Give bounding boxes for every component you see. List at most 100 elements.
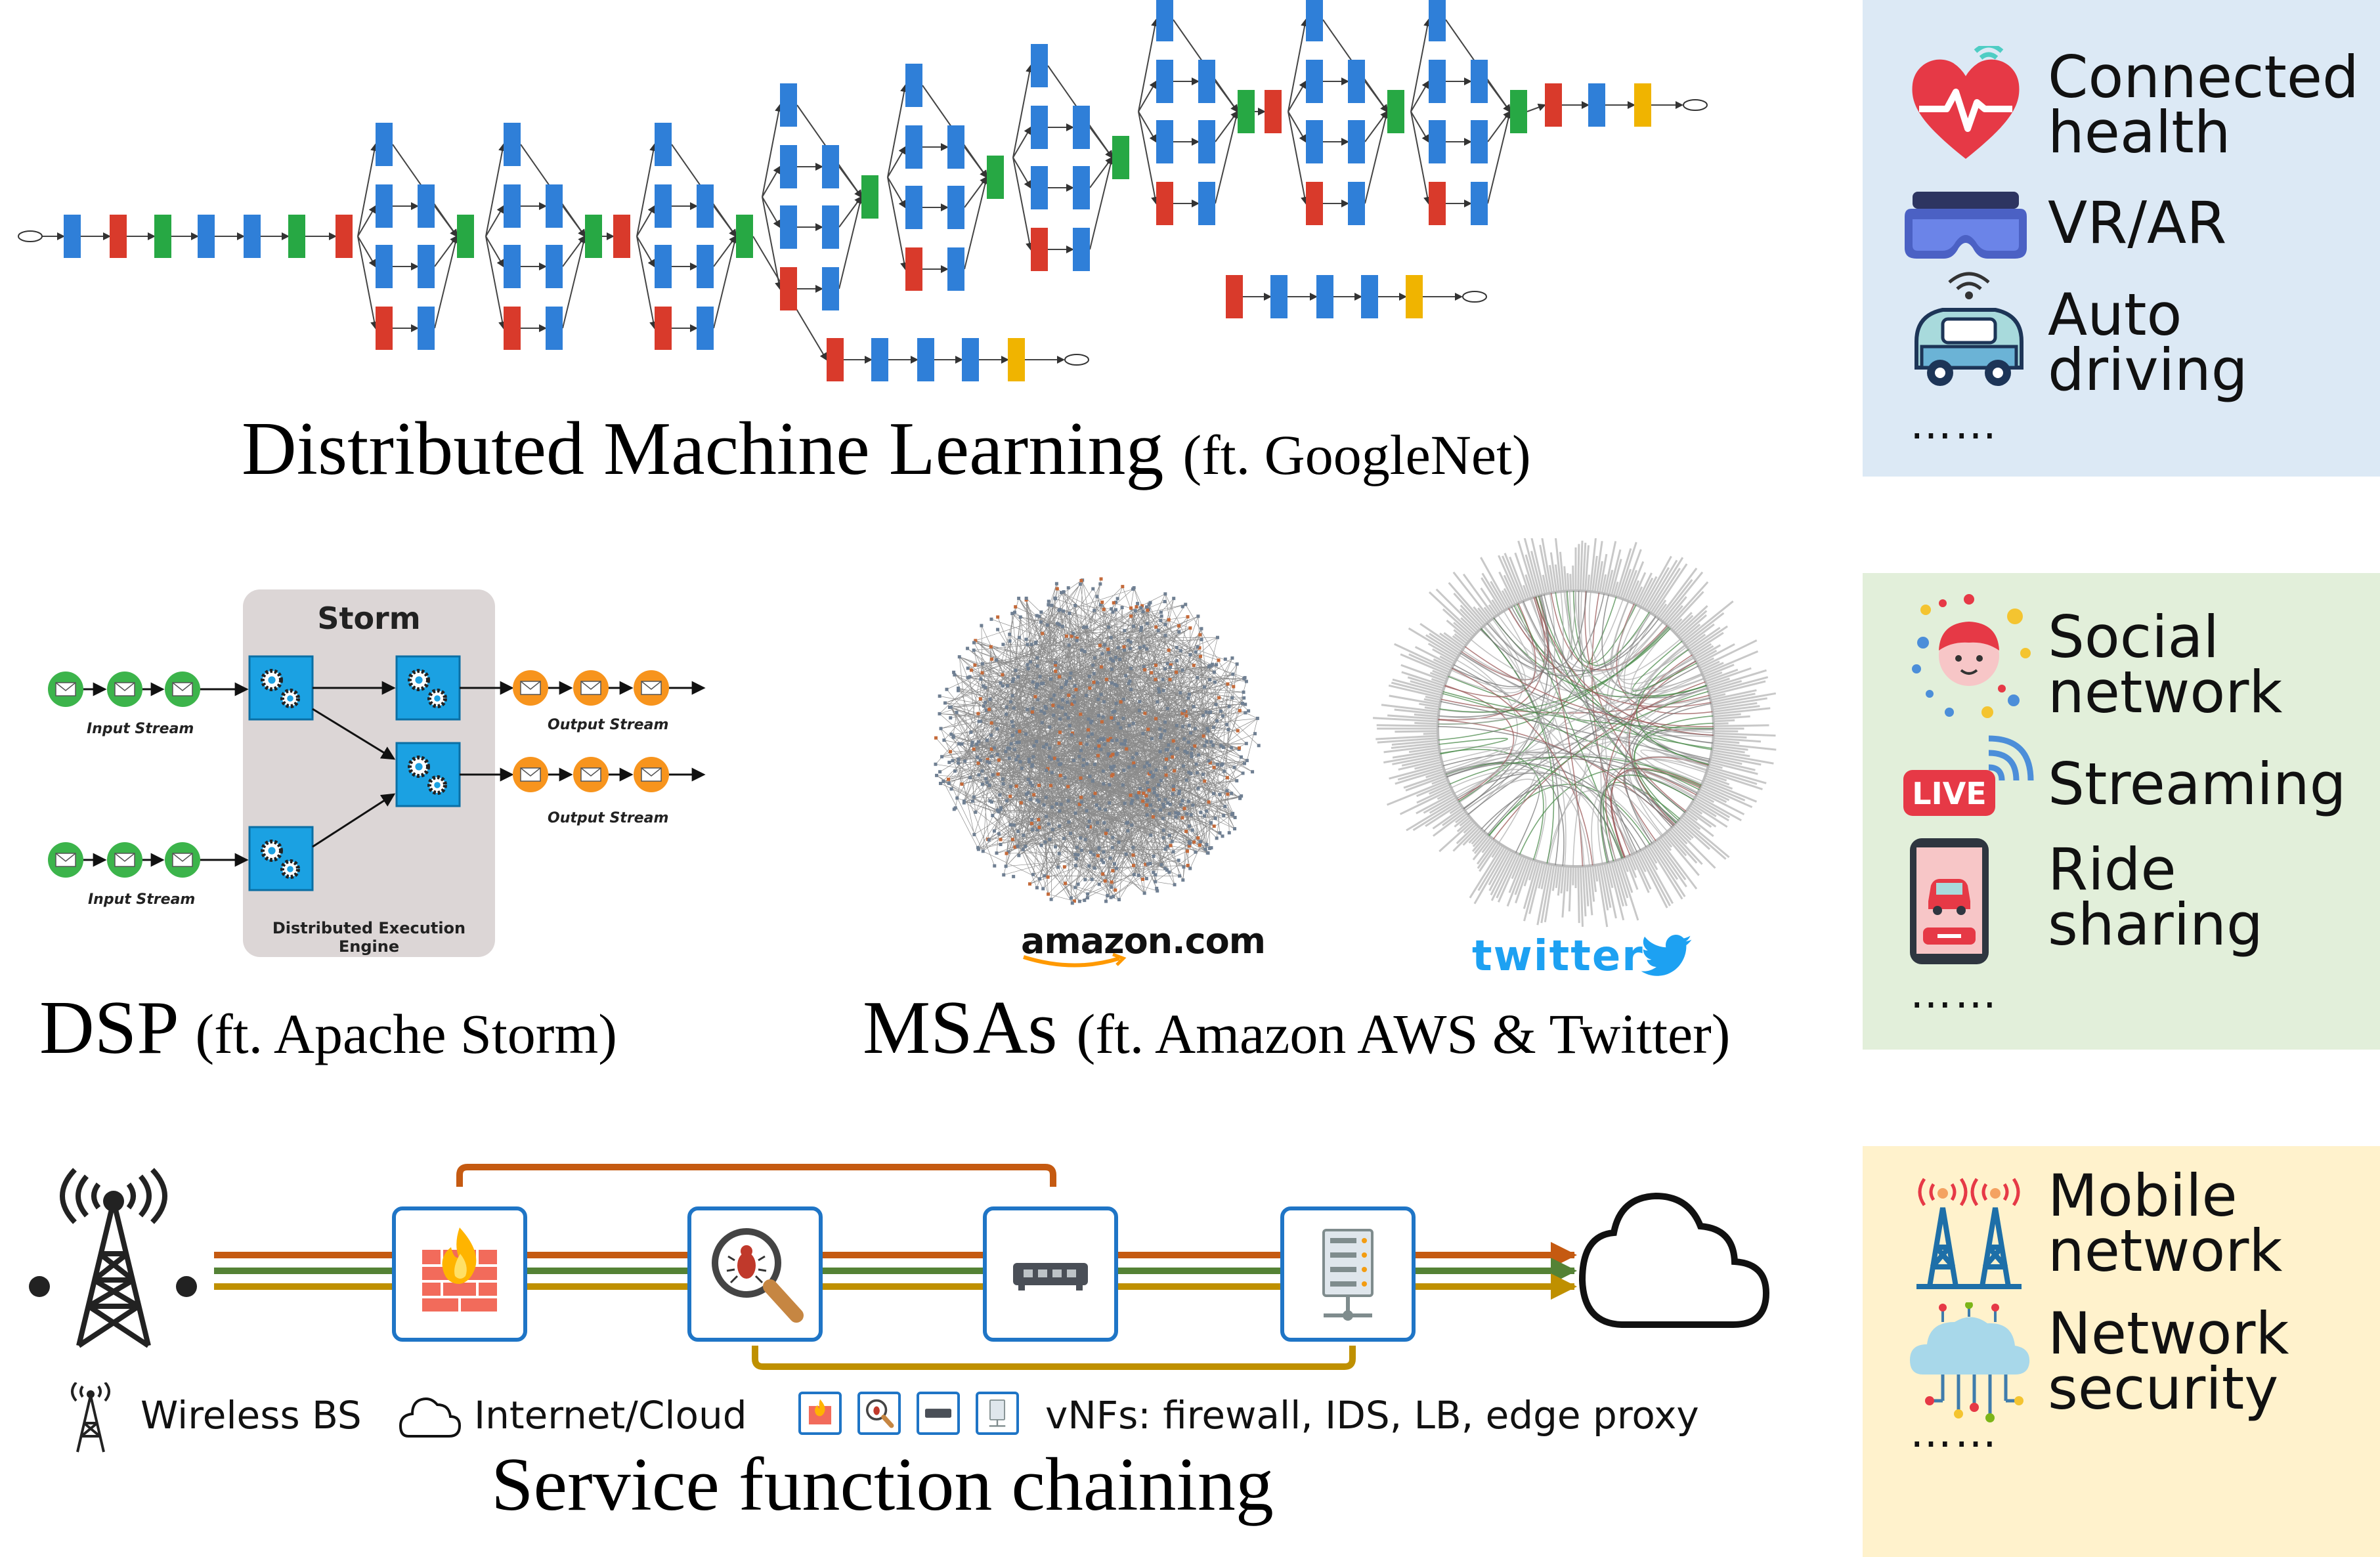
gn-stem-layer-0 bbox=[64, 215, 81, 258]
gn-inc4a-b1-a bbox=[655, 184, 672, 228]
load-balancer-icon bbox=[1013, 1263, 1088, 1290]
gn-pool4 bbox=[1265, 90, 1282, 133]
gn-softmax1 bbox=[1462, 291, 1487, 303]
gn-inc4c-b3-b bbox=[947, 247, 964, 291]
legend-load-balancer-box bbox=[917, 1392, 960, 1435]
vnf-ids-box bbox=[687, 1206, 823, 1342]
gn-inc4b-b1-a bbox=[780, 145, 797, 188]
gn-pool3 bbox=[613, 215, 630, 258]
firewall-icon bbox=[808, 1399, 832, 1425]
gn-inc5a-b0-a bbox=[1306, 0, 1323, 41]
gn-inc3a-b1-a bbox=[376, 184, 393, 228]
dsp-title-text: DSP bbox=[39, 986, 177, 1070]
gn-inc5a-b3-b bbox=[1348, 182, 1365, 225]
heart-icon bbox=[1912, 46, 2020, 159]
edge-proxy-icon bbox=[989, 1399, 1006, 1427]
gn-inc4b-b3-a bbox=[780, 267, 797, 310]
gn-inc3b-b3-b bbox=[546, 307, 563, 350]
gn-inc3b-concat bbox=[585, 215, 602, 258]
flow-orange-detour bbox=[456, 1164, 1056, 1187]
gn-inc4d-b1-a bbox=[1031, 106, 1048, 149]
gn-inc4e-b1-b bbox=[1198, 60, 1215, 103]
gn-inc3b-b2-b bbox=[546, 245, 563, 288]
gn-aux2-1 bbox=[1270, 275, 1287, 318]
gn-inc4b-b2-b bbox=[822, 205, 839, 249]
base-station-icon bbox=[29, 1168, 197, 1348]
spout-1-node bbox=[248, 655, 314, 721]
gn-stem-layer-5 bbox=[288, 215, 305, 258]
legend-ids-box bbox=[857, 1392, 901, 1435]
gn-inc4c-b1-a bbox=[905, 125, 922, 169]
gn-inc5b-b0-a bbox=[1429, 0, 1446, 41]
gn-inc5b-b2-b bbox=[1471, 120, 1488, 163]
gn-head-2 bbox=[1634, 83, 1651, 127]
autonomous-car-icon bbox=[1915, 272, 2023, 386]
gn-aux1-2 bbox=[917, 338, 934, 381]
gn-inc3a-b1-b bbox=[418, 184, 435, 228]
vnf-load-balancer-box bbox=[983, 1206, 1118, 1342]
twitter-bird-icon bbox=[1641, 935, 1692, 976]
dsp-subtitle: (ft. Apache Storm) bbox=[195, 1002, 617, 1065]
vr-headset-icon bbox=[1905, 192, 2027, 259]
gn-inc5b-b3-b bbox=[1471, 182, 1488, 225]
gn-inc4d-b2-a bbox=[1031, 166, 1048, 209]
cloud-icon bbox=[1578, 1192, 1770, 1328]
gn-inc4e-b1-a bbox=[1156, 60, 1173, 103]
gn-aux2-2 bbox=[1316, 275, 1333, 318]
sfc-diagram bbox=[29, 1164, 1770, 1370]
gn-stem-layer-3 bbox=[198, 215, 215, 258]
gn-inc3a-b2-a bbox=[376, 245, 393, 288]
gn-inc4a-concat bbox=[736, 215, 753, 258]
gn-inc5b-concat bbox=[1510, 90, 1527, 133]
gn-inc5a-b3-a bbox=[1306, 182, 1323, 225]
gn-inc4e-b0-a bbox=[1156, 0, 1173, 41]
gn-inc5a-concat bbox=[1387, 90, 1404, 133]
legend-firewall-box bbox=[798, 1392, 842, 1435]
legend-edge-proxy-box bbox=[976, 1392, 1019, 1435]
twitter-microservice-graph bbox=[1373, 538, 1777, 928]
ids-icon bbox=[712, 1228, 804, 1323]
spout-2-node bbox=[248, 826, 314, 891]
gn-inc5b-b2-a bbox=[1429, 120, 1446, 163]
gn-inc3a-b3-a bbox=[376, 307, 393, 350]
edge-proxy-icon bbox=[1322, 1229, 1374, 1321]
ride-sharing-icon bbox=[1910, 838, 1989, 964]
gn-inc4a-b2-b bbox=[697, 245, 714, 288]
gn-inc4d-concat bbox=[1112, 136, 1129, 179]
gn-inc4a-b0-a bbox=[655, 123, 672, 166]
gn-stem-layer-6 bbox=[335, 215, 353, 258]
msa-subtitle: (ft. Amazon AWS & Twitter) bbox=[1076, 1002, 1731, 1065]
gn-inc4b-b2-a bbox=[780, 205, 797, 249]
gn-inc4b-b1-b bbox=[822, 145, 839, 188]
gn-inc4a-b1-b bbox=[697, 184, 714, 228]
legend-base-station-icon bbox=[71, 1382, 110, 1453]
bolt-1-node bbox=[395, 655, 461, 721]
bolt-2-node bbox=[395, 742, 461, 807]
gn-inc4d-b2-b bbox=[1073, 166, 1090, 209]
load-balancer-icon bbox=[924, 1409, 952, 1418]
firewall-icon bbox=[422, 1227, 497, 1312]
input-stream-label-2: Input Stream bbox=[88, 891, 196, 908]
gn-inc3b-b1-a bbox=[504, 184, 521, 228]
gn-aux2-4 bbox=[1406, 275, 1423, 318]
gn-inc5a-b1-b bbox=[1348, 60, 1365, 103]
gn-stem-layer-2 bbox=[154, 215, 171, 258]
panel-item-network-security: Network security bbox=[2048, 1300, 2289, 1422]
twitter-logo: twitter bbox=[1472, 932, 1644, 981]
gn-inc4c-concat bbox=[987, 156, 1004, 199]
panel-more-3: …… bbox=[1910, 1409, 1999, 1457]
gn-stem-layer-1 bbox=[110, 215, 127, 258]
gn-inc4b-b3-b bbox=[822, 267, 839, 310]
panel-item-social-network: Social network bbox=[2048, 603, 2283, 726]
gn-inc4c-b0-a bbox=[905, 64, 922, 107]
gn-inc3a-b2-b bbox=[418, 245, 435, 288]
panel-item-connected-health: Connected health bbox=[2048, 43, 2359, 166]
gn-stem-layer-4 bbox=[244, 215, 261, 258]
msa-title-text: MSAs bbox=[863, 986, 1058, 1070]
legend-vnf-icons bbox=[798, 1392, 1035, 1440]
amazon-microservice-graph bbox=[934, 577, 1261, 905]
gn-input-node bbox=[18, 230, 43, 242]
output-stream-label-1: Output Stream bbox=[548, 717, 669, 733]
output-stream-label-2: Output Stream bbox=[548, 810, 669, 826]
gn-inc5b-b1-b bbox=[1471, 60, 1488, 103]
